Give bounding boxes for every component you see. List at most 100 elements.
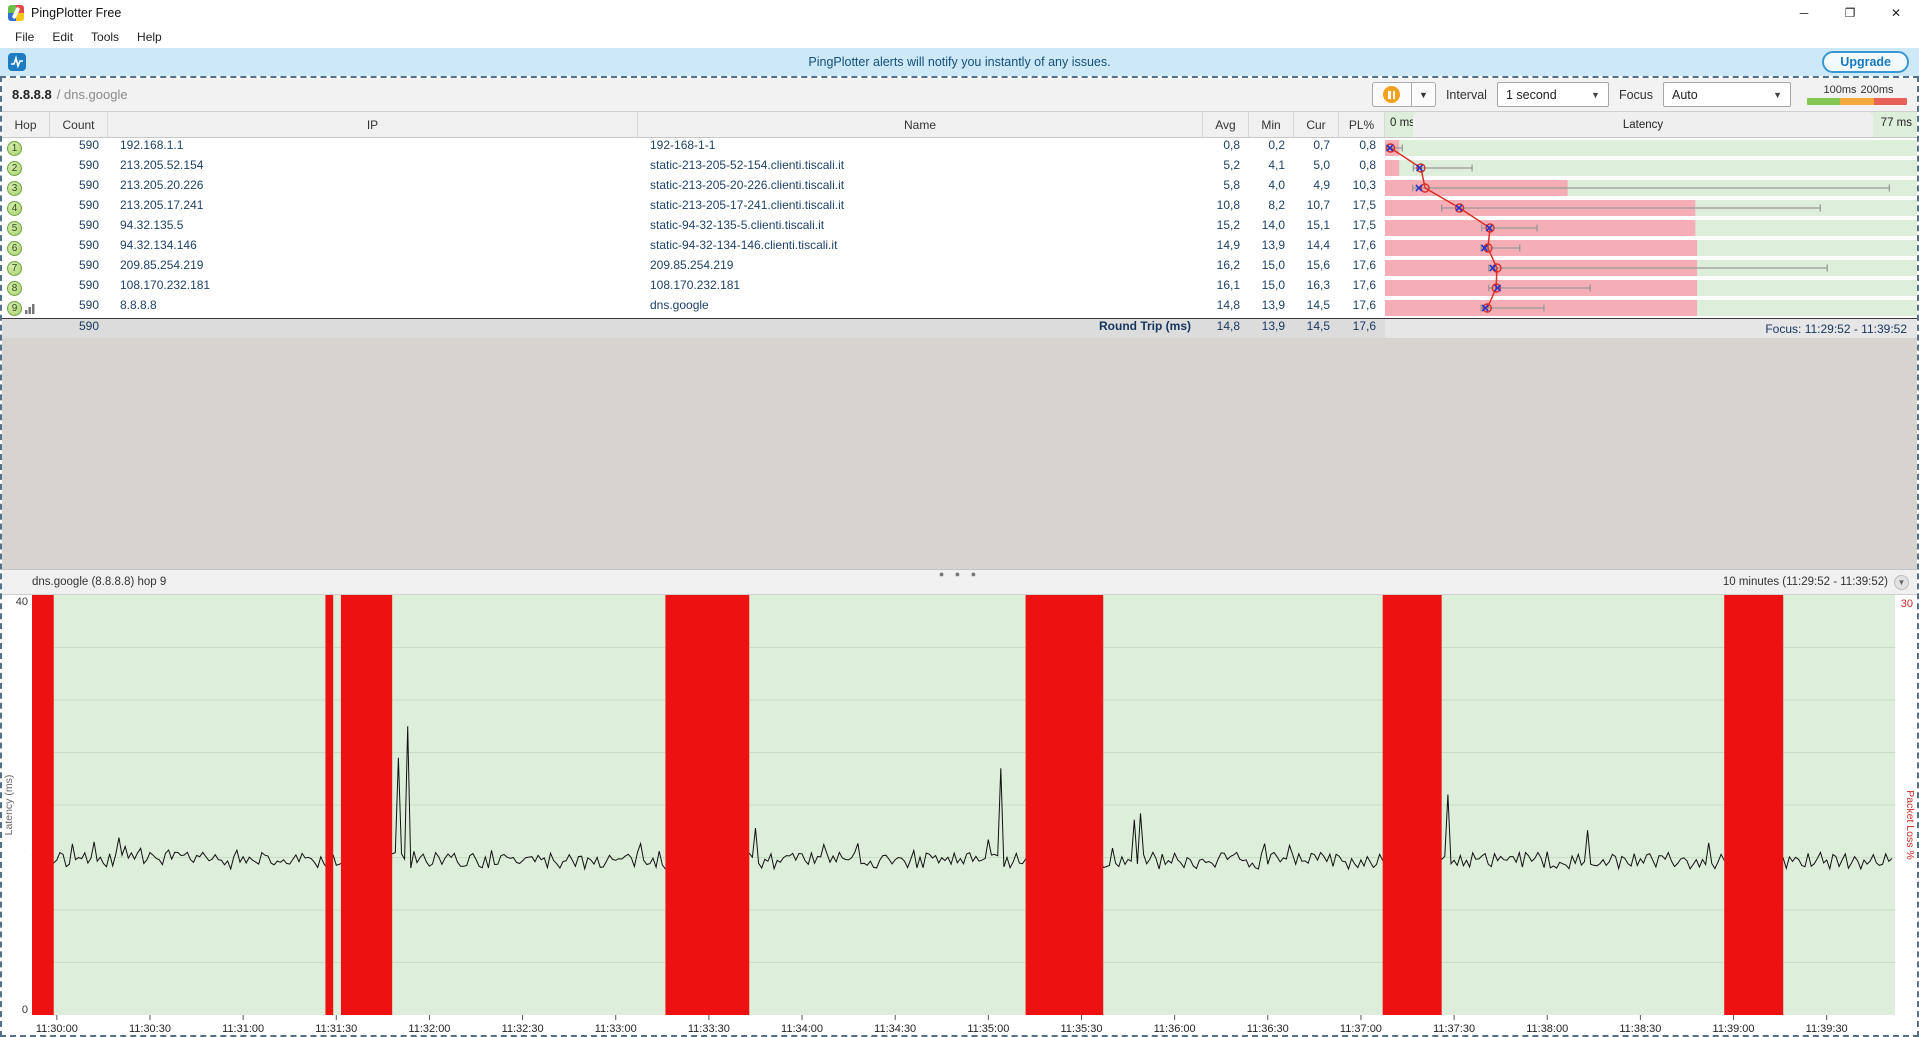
cell-count: 590 (50, 238, 108, 258)
cell-pl: 0,8 (1339, 138, 1385, 158)
svg-text:11:33:30: 11:33:30 (688, 1023, 730, 1035)
timeline-header: ● ● ● dns.google (8.8.8.8) hop 9 10 minu… (2, 569, 1917, 595)
minimize-button[interactable]: ─ (1781, 0, 1827, 26)
column-header-cur[interactable]: Cur (1294, 112, 1339, 137)
cell-count: 590 (50, 198, 108, 218)
svg-text:11:30:30: 11:30:30 (129, 1023, 171, 1035)
timeline-range-label: 10 minutes (11:29:52 - 11:39:52) (1723, 576, 1894, 588)
hop-badge: 8 (7, 281, 22, 296)
interval-value: 1 second (1506, 88, 1557, 102)
hop-badge: 2 (7, 161, 22, 176)
menu-item-file[interactable]: File (6, 28, 43, 46)
cell-pl: 17,6 (1339, 238, 1385, 258)
svg-text:11:34:00: 11:34:00 (781, 1023, 823, 1035)
cell-min: 8,2 (1249, 198, 1294, 218)
column-header-pl[interactable]: PL% (1339, 112, 1385, 137)
target-hostname: / dns.google (57, 87, 128, 102)
pause-button[interactable] (1372, 82, 1412, 107)
column-header-avg[interactable]: Avg (1203, 112, 1249, 137)
cell-cur: 15,1 (1294, 218, 1339, 238)
upgrade-button[interactable]: Upgrade (1822, 51, 1909, 73)
cell-ip: 192.168.1.1 (108, 138, 638, 158)
latency-scale-min: 0 ms (1390, 117, 1415, 129)
column-header-name[interactable]: Name (638, 112, 1203, 137)
cell-ip: 213.205.17.241 (108, 198, 638, 218)
restore-button[interactable]: ❐ (1827, 0, 1873, 26)
cell-ip: 213.205.52.154 (108, 158, 638, 178)
interval-select[interactable]: 1 second ▼ (1497, 82, 1609, 107)
svg-text:11:34:30: 11:34:30 (874, 1023, 916, 1035)
cell-name: static-94-32-135-5.clienti.tiscali.it (638, 218, 1203, 238)
packet-loss-axis-label: Packet Loss % (1904, 790, 1916, 859)
cell-min: 13,9 (1249, 298, 1294, 318)
cell-name: static-213-205-17-241.clienti.tiscali.it (638, 198, 1203, 218)
menu-item-edit[interactable]: Edit (43, 28, 82, 46)
chevron-down-icon: ▼ (1765, 90, 1790, 100)
hop-badge: 7 (7, 261, 22, 276)
cell-min: 0,2 (1249, 138, 1294, 158)
summary-label: Round Trip (ms) (638, 319, 1203, 338)
svg-text:11:36:00: 11:36:00 (1154, 1023, 1196, 1035)
timeline-range-dropdown[interactable]: ▼ (1894, 575, 1909, 590)
cell-count: 590 (50, 138, 108, 158)
hop-badge: 9 (7, 301, 22, 316)
svg-text:11:31:30: 11:31:30 (315, 1023, 357, 1035)
focus-label: Focus (1619, 88, 1653, 102)
latency-column-header[interactable]: 0 ms Latency 77 ms (1385, 112, 1917, 137)
svg-text:11:39:30: 11:39:30 (1806, 1023, 1848, 1035)
cell-name: 108.170.232.181 (638, 278, 1203, 298)
latency-header-title: Latency (1623, 119, 1663, 131)
cell-pl: 17,5 (1339, 198, 1385, 218)
cell-pl: 17,6 (1339, 298, 1385, 318)
hop-badge: 6 (7, 241, 22, 256)
cell-name: 209.85.254.219 (638, 258, 1203, 278)
cell-count: 590 (50, 258, 108, 278)
cell-name: 192-168-1-1 (638, 138, 1203, 158)
pause-icon (1383, 86, 1400, 103)
cell-avg: 16,1 (1203, 278, 1249, 298)
svg-text:30: 30 (1901, 598, 1913, 610)
cell-name: static-94-32-134-146.clienti.tiscali.it (638, 238, 1203, 258)
svg-text:11:35:30: 11:35:30 (1060, 1023, 1102, 1035)
summary-count: 590 (50, 319, 108, 338)
svg-text:11:36:30: 11:36:30 (1247, 1023, 1289, 1035)
column-header-count[interactable]: Count (50, 112, 108, 137)
cell-min: 13,9 (1249, 238, 1294, 258)
cell-min: 14,0 (1249, 218, 1294, 238)
splitter-handle[interactable]: ● ● ● (939, 570, 980, 578)
legend-200ms-label: 200ms (1860, 84, 1893, 96)
interval-label: Interval (1446, 88, 1487, 102)
workspace: 8.8.8.8 / dns.google ▼ Interval 1 second… (0, 76, 1919, 1037)
cell-name: static-213-205-20-226.clienti.tiscali.it (638, 178, 1203, 198)
cell-min: 4,0 (1249, 178, 1294, 198)
cell-ip: 213.205.20.226 (108, 178, 638, 198)
cell-ip: 94.32.134.146 (108, 238, 638, 258)
cell-avg: 5,8 (1203, 178, 1249, 198)
legend-gradient-bar (1807, 98, 1907, 105)
cell-avg: 14,8 (1203, 298, 1249, 318)
title-bar: PingPlotter Free ─ ❐ ✕ (0, 0, 1919, 26)
timeline-graph: 4003011:30:0011:30:3011:31:0011:31:3011:… (2, 595, 1917, 1035)
timeline-chart[interactable]: 4003011:30:0011:30:3011:31:0011:31:3011:… (2, 595, 1917, 1035)
table-header: HopCountIPNameAvgMinCurPL% 0 ms Latency … (2, 112, 1917, 138)
svg-text:11:35:00: 11:35:00 (967, 1023, 1009, 1035)
latency-color-legend: 100ms 200ms (1807, 84, 1907, 105)
close-button[interactable]: ✕ (1873, 0, 1919, 26)
cell-cur: 4,9 (1294, 178, 1339, 198)
pingplotter-alert-icon (8, 53, 26, 71)
trace-rows: 1590192.168.1.1192-168-1-10,80,20,70,825… (2, 138, 1917, 318)
alert-bar: PingPlotter alerts will notify you insta… (0, 48, 1919, 76)
cell-min: 15,0 (1249, 278, 1294, 298)
menu-item-help[interactable]: Help (128, 28, 171, 46)
column-header-min[interactable]: Min (1249, 112, 1294, 137)
menu-item-tools[interactable]: Tools (82, 28, 128, 46)
column-header-hop[interactable]: Hop (2, 112, 50, 137)
cell-avg: 14,9 (1203, 238, 1249, 258)
latency-axis-label: Latency (ms) (3, 775, 15, 836)
column-header-ip[interactable]: IP (108, 112, 638, 137)
latency-header-tab: Latency (1413, 112, 1873, 137)
graphed-hop-icon (25, 303, 35, 314)
focus-select[interactable]: Auto ▼ (1663, 82, 1791, 107)
pause-dropdown-arrow[interactable]: ▼ (1412, 82, 1436, 107)
cell-name: static-213-205-52-154.clienti.tiscali.it (638, 158, 1203, 178)
